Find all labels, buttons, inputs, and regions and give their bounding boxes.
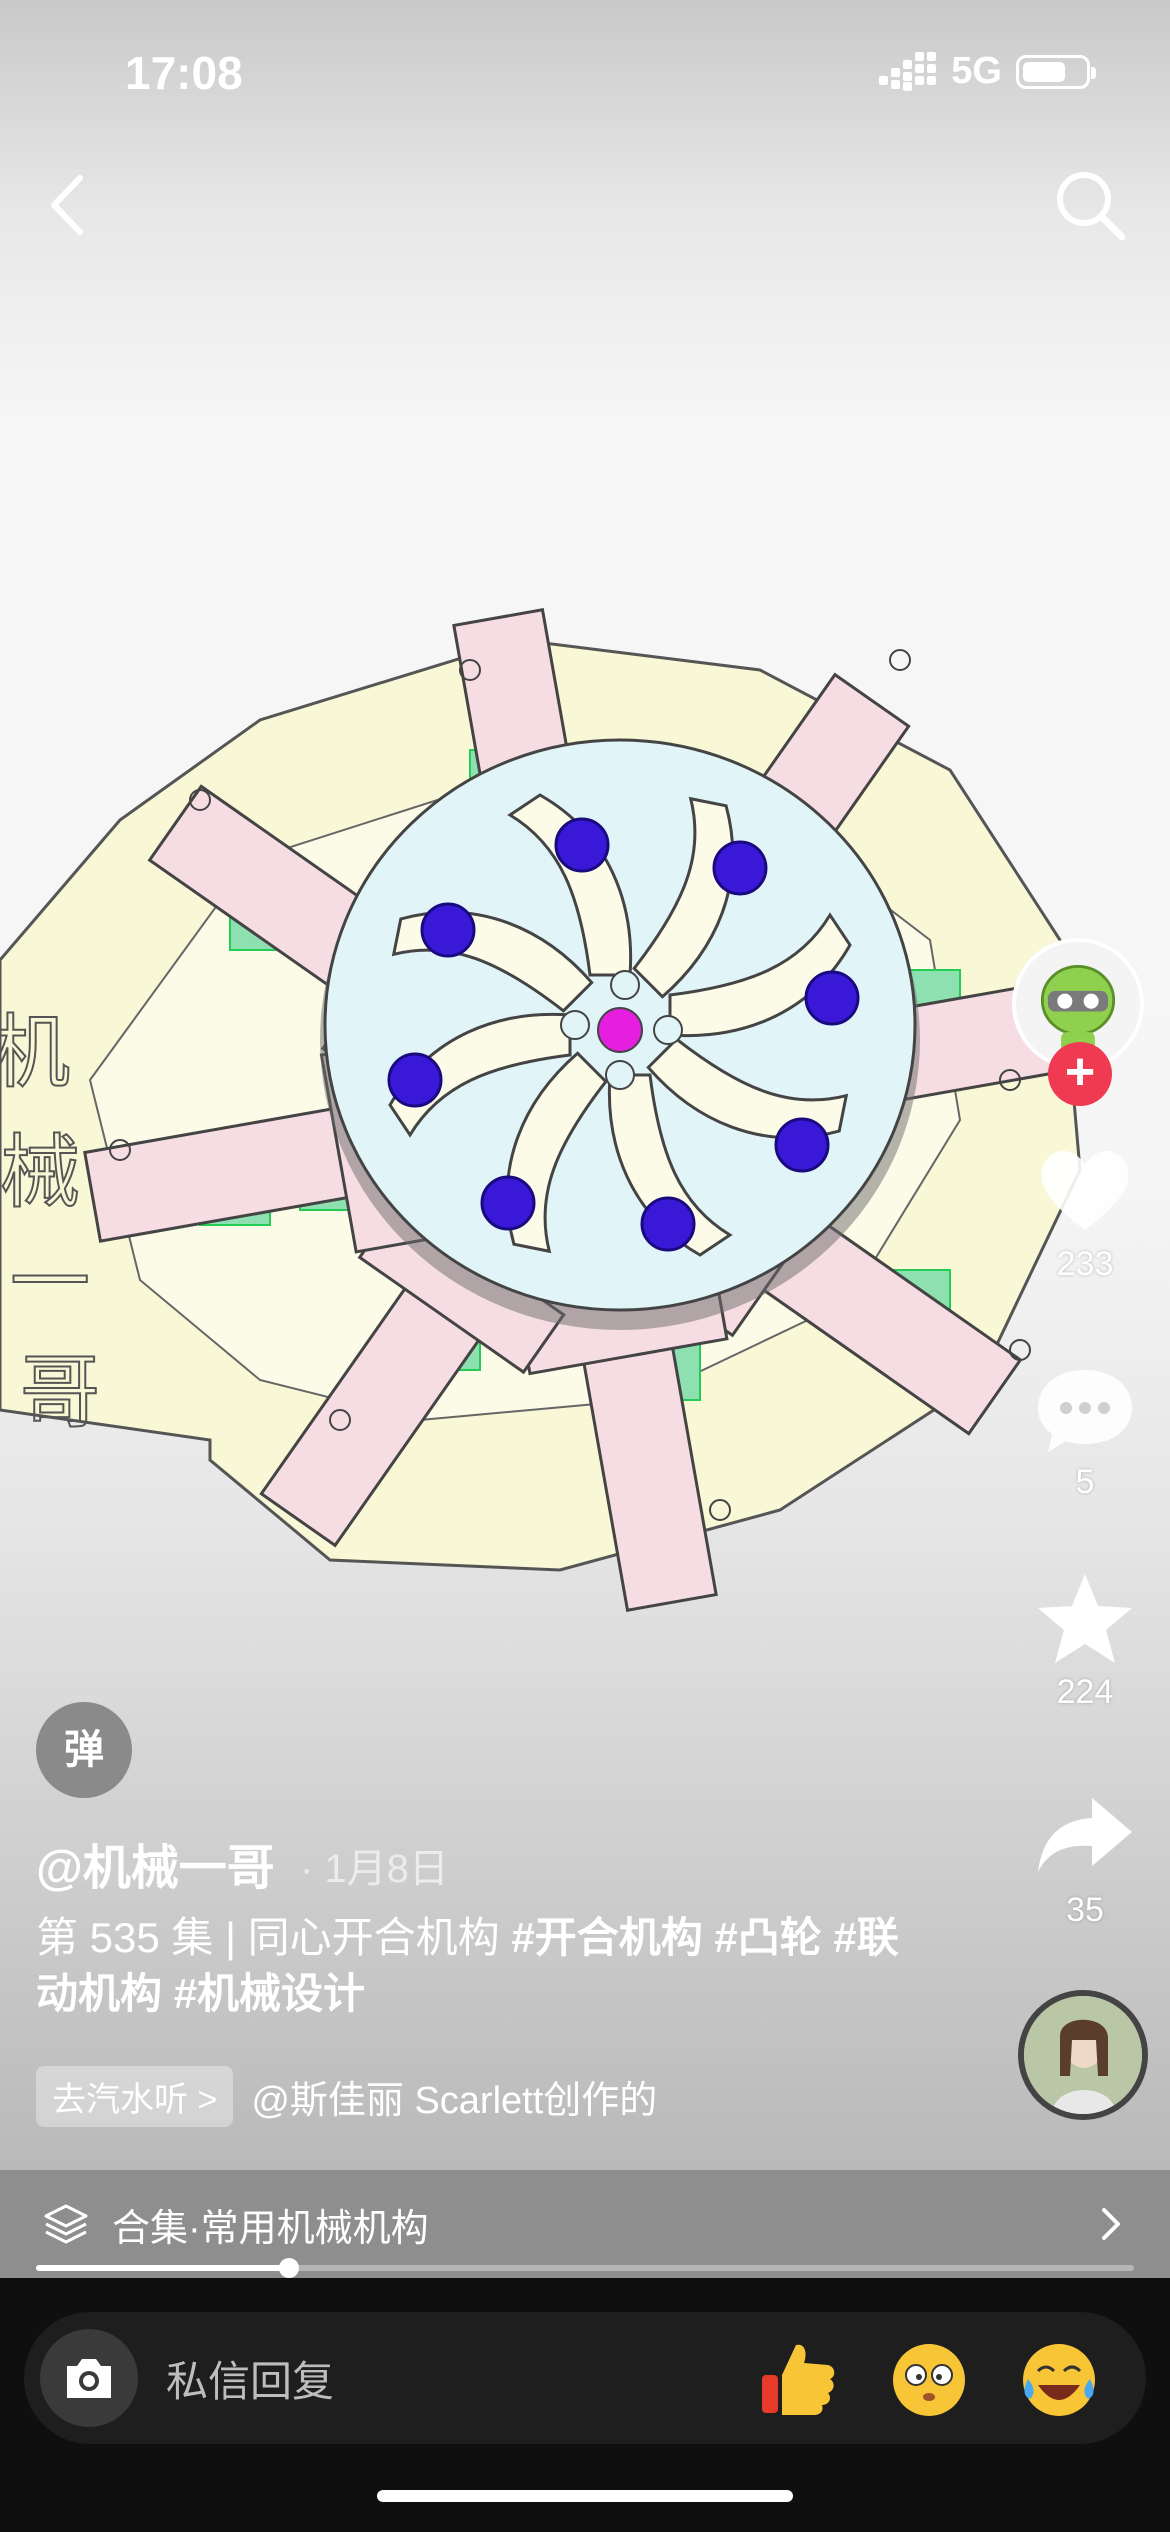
watermark-char: 械: [0, 1126, 80, 1219]
camera-icon: [67, 2359, 111, 2398]
hashtag[interactable]: #开合机构: [511, 1914, 702, 1961]
status-indicators: 5G: [879, 50, 1096, 93]
search-icon[interactable]: [1050, 165, 1130, 245]
progress-fill: [36, 2265, 289, 2271]
like-group[interactable]: 233: [1010, 1140, 1160, 1284]
signal-icon: [879, 51, 937, 92]
comment-count: 5: [1075, 1463, 1095, 1501]
video-progress-bar[interactable]: [36, 2258, 1134, 2278]
star-icon[interactable]: [1030, 1568, 1140, 1668]
watermark-char: 哥: [20, 1346, 100, 1439]
hashtag[interactable]: #凸轮: [714, 1914, 821, 1961]
share-count: 35: [1066, 1891, 1104, 1929]
music-cover-image: [1024, 1996, 1142, 2114]
bottom-bar: 私信回复: [0, 2278, 1170, 2532]
home-indicator: [377, 2490, 793, 2502]
progress-knob[interactable]: [278, 2258, 299, 2278]
tears-of-joy-emoji-icon[interactable]: [1016, 2335, 1102, 2421]
heart-icon[interactable]: [1030, 1140, 1140, 1240]
favorite-count: 224: [1056, 1673, 1114, 1711]
chevron-right-icon: [1102, 2208, 1120, 2240]
status-time: 17:08: [125, 47, 243, 99]
hashtag[interactable]: #机械设计: [174, 1970, 365, 2017]
video-stage[interactable]: 17:08 5G 机 械 一 哥 + 233 5 224 35 弹 @机械一哥 …: [0, 0, 1170, 2170]
layers-icon: [44, 2204, 88, 2244]
video-frame-mechanism: 机 械 一 哥: [0, 608, 1087, 1612]
share-icon[interactable]: [1030, 1786, 1140, 1886]
favorite-group[interactable]: 224: [1010, 1568, 1160, 1712]
danmu-toggle-button[interactable]: 弹: [36, 1702, 132, 1798]
reply-input[interactable]: 私信回复: [166, 2348, 756, 2409]
author-name[interactable]: @机械一哥: [36, 1828, 275, 1898]
music-app-pill[interactable]: 去汽水听 >: [36, 2065, 234, 2127]
comment-icon[interactable]: [1030, 1358, 1140, 1458]
share-group[interactable]: 35: [1010, 1786, 1160, 1930]
collection-bar[interactable]: 合集·常用机械机构: [0, 2170, 1170, 2278]
like-count: 233: [1056, 1245, 1114, 1283]
battery-icon: [1016, 54, 1096, 89]
dizzy-face-emoji-icon[interactable]: [886, 2335, 972, 2421]
post-description: 第 535 集 | 同心开合机构 #开合机构 #凸轮 #联动机构 #机械设计: [36, 1910, 916, 2022]
back-icon[interactable]: [40, 170, 100, 240]
watermark-char: 一: [10, 1236, 90, 1329]
collection-label: 合集·常用机械机构: [112, 2207, 429, 2250]
camera-button[interactable]: [40, 2329, 138, 2427]
music-disc-avatar[interactable]: [1018, 1990, 1148, 2120]
music-title[interactable]: @斯佳丽 Scarlett创作的: [251, 2069, 731, 2124]
comment-group[interactable]: 5: [1010, 1358, 1160, 1502]
thumbs-up-emoji-icon[interactable]: [756, 2335, 842, 2421]
network-type: 5G: [951, 50, 1002, 92]
post-date: · 1月8日: [300, 1847, 449, 1891]
reply-input-bar[interactable]: 私信回复: [24, 2312, 1146, 2444]
description-text: 第 535 集 | 同心开合机构: [36, 1914, 512, 1961]
follow-button[interactable]: +: [1048, 1042, 1112, 1106]
watermark-char: 机: [0, 1006, 70, 1099]
music-row[interactable]: 去汽水听 > @斯佳丽 Scarlett创作的: [36, 2065, 731, 2127]
